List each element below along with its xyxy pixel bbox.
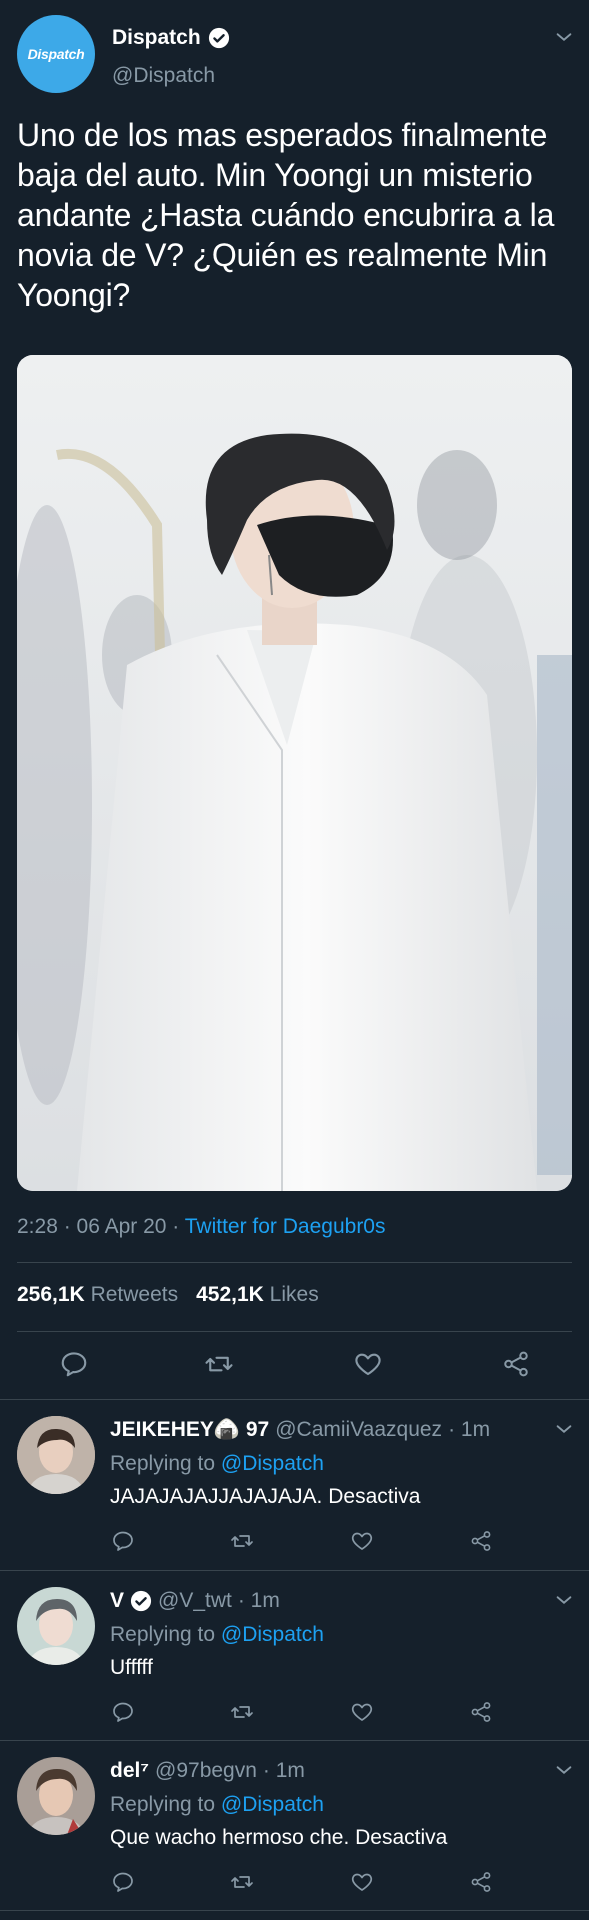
reply-header: JEIKEHEY🍙 97 @CamiiVaazquez · 1m <box>110 1418 490 1442</box>
share-icon[interactable] <box>501 1349 531 1379</box>
reply-icon[interactable] <box>111 1529 135 1553</box>
divider <box>0 1740 589 1741</box>
like-icon[interactable] <box>350 1700 374 1724</box>
retweets-count: 256,1K <box>17 1283 85 1306</box>
reply-author-name[interactable]: V <box>110 1589 124 1613</box>
retweet-icon[interactable] <box>230 1870 254 1894</box>
tweet-actions <box>0 1349 589 1379</box>
retweet-icon[interactable] <box>204 1349 234 1379</box>
reply-author-handle[interactable]: @97begvn <box>155 1759 257 1783</box>
replying-to: Replying to @Dispatch <box>110 1452 324 1476</box>
replying-to-link[interactable]: @Dispatch <box>221 1623 324 1646</box>
replying-to-label: Replying to <box>110 1793 216 1816</box>
likes-stat[interactable]: 452,1K Likes <box>196 1283 319 1307</box>
tweet-timestamp: 2:28 · 06 Apr 20 · <box>17 1215 185 1238</box>
divider <box>0 1399 589 1400</box>
replying-to: Replying to @Dispatch <box>110 1623 324 1647</box>
tweet-meta: 2:28 · 06 Apr 20 · Twitter for Daegubr0s <box>17 1215 386 1239</box>
reply-text: Que wacho hermoso che. Desactiva <box>110 1826 448 1849</box>
retweets-stat[interactable]: 256,1K Retweets <box>17 1283 178 1307</box>
share-icon[interactable] <box>469 1529 493 1553</box>
likes-label: Likes <box>269 1283 319 1306</box>
reply-time: · 1m <box>262 1759 305 1782</box>
reply-text: Ufffff <box>110 1656 153 1679</box>
tweet-stats: 256,1K Retweets 452,1K Likes <box>17 1283 319 1307</box>
share-icon[interactable] <box>469 1870 493 1894</box>
share-icon[interactable] <box>469 1700 493 1724</box>
avatar-logo-text: Dispatch <box>27 46 85 62</box>
reply-text: JAJAJAJAJJAJAJAJA. Desactiva <box>110 1485 421 1508</box>
verified-icon <box>208 27 230 49</box>
retweets-label: Retweets <box>90 1283 179 1306</box>
replying-to: Replying to @Dispatch <box>110 1793 324 1817</box>
reply-icon[interactable] <box>111 1870 135 1894</box>
reply-avatar[interactable] <box>17 1757 95 1835</box>
replying-to-label: Replying to <box>110 1623 216 1646</box>
reply-author-name[interactable]: del⁷ <box>110 1759 149 1783</box>
reply-author-name[interactable]: JEIKEHEY🍙 97 <box>110 1418 269 1442</box>
dispatch-avatar[interactable]: Dispatch <box>17 15 95 93</box>
retweet-icon[interactable] <box>230 1529 254 1553</box>
reply-icon[interactable] <box>59 1349 89 1379</box>
tweet-photo[interactable] <box>17 355 572 1191</box>
chevron-down-icon[interactable] <box>553 1589 575 1611</box>
divider <box>17 1262 572 1263</box>
retweet-icon[interactable] <box>230 1700 254 1724</box>
divider <box>17 1331 572 1332</box>
replying-to-link[interactable]: @Dispatch <box>221 1793 324 1816</box>
reply-header: V @V_twt · 1m <box>110 1589 280 1613</box>
divider <box>0 1570 589 1571</box>
reply-icon[interactable] <box>111 1700 135 1724</box>
reply-header: del⁷ @97begvn · 1m <box>110 1759 305 1783</box>
chevron-down-icon[interactable] <box>553 1759 575 1781</box>
reply-author-handle[interactable]: @CamiiVaazquez <box>275 1418 442 1442</box>
reply-author-handle[interactable]: @V_twt <box>158 1589 232 1613</box>
reply-time: · 1m <box>448 1418 491 1441</box>
tweet-text: Uno de los mas esperados finalmente baja… <box>17 117 555 313</box>
reply-time: · 1m <box>237 1589 280 1612</box>
author-name-text: Dispatch <box>112 26 201 49</box>
like-icon[interactable] <box>353 1349 383 1379</box>
likes-count: 452,1K <box>196 1283 264 1306</box>
chevron-down-icon[interactable] <box>553 1418 575 1440</box>
tweet-source-link[interactable]: Twitter for Daegubr0s <box>185 1215 386 1238</box>
author-handle[interactable]: @Dispatch <box>112 64 215 88</box>
reply-avatar[interactable] <box>17 1587 95 1665</box>
replying-to-link[interactable]: @Dispatch <box>221 1452 324 1475</box>
reply-avatar[interactable] <box>17 1416 95 1494</box>
author-display-name[interactable]: Dispatch <box>112 26 230 50</box>
like-icon[interactable] <box>350 1870 374 1894</box>
chevron-down-icon[interactable] <box>553 26 575 48</box>
replying-to-label: Replying to <box>110 1452 216 1475</box>
divider <box>0 1910 589 1911</box>
like-icon[interactable] <box>350 1529 374 1553</box>
verified-icon <box>130 1590 152 1612</box>
